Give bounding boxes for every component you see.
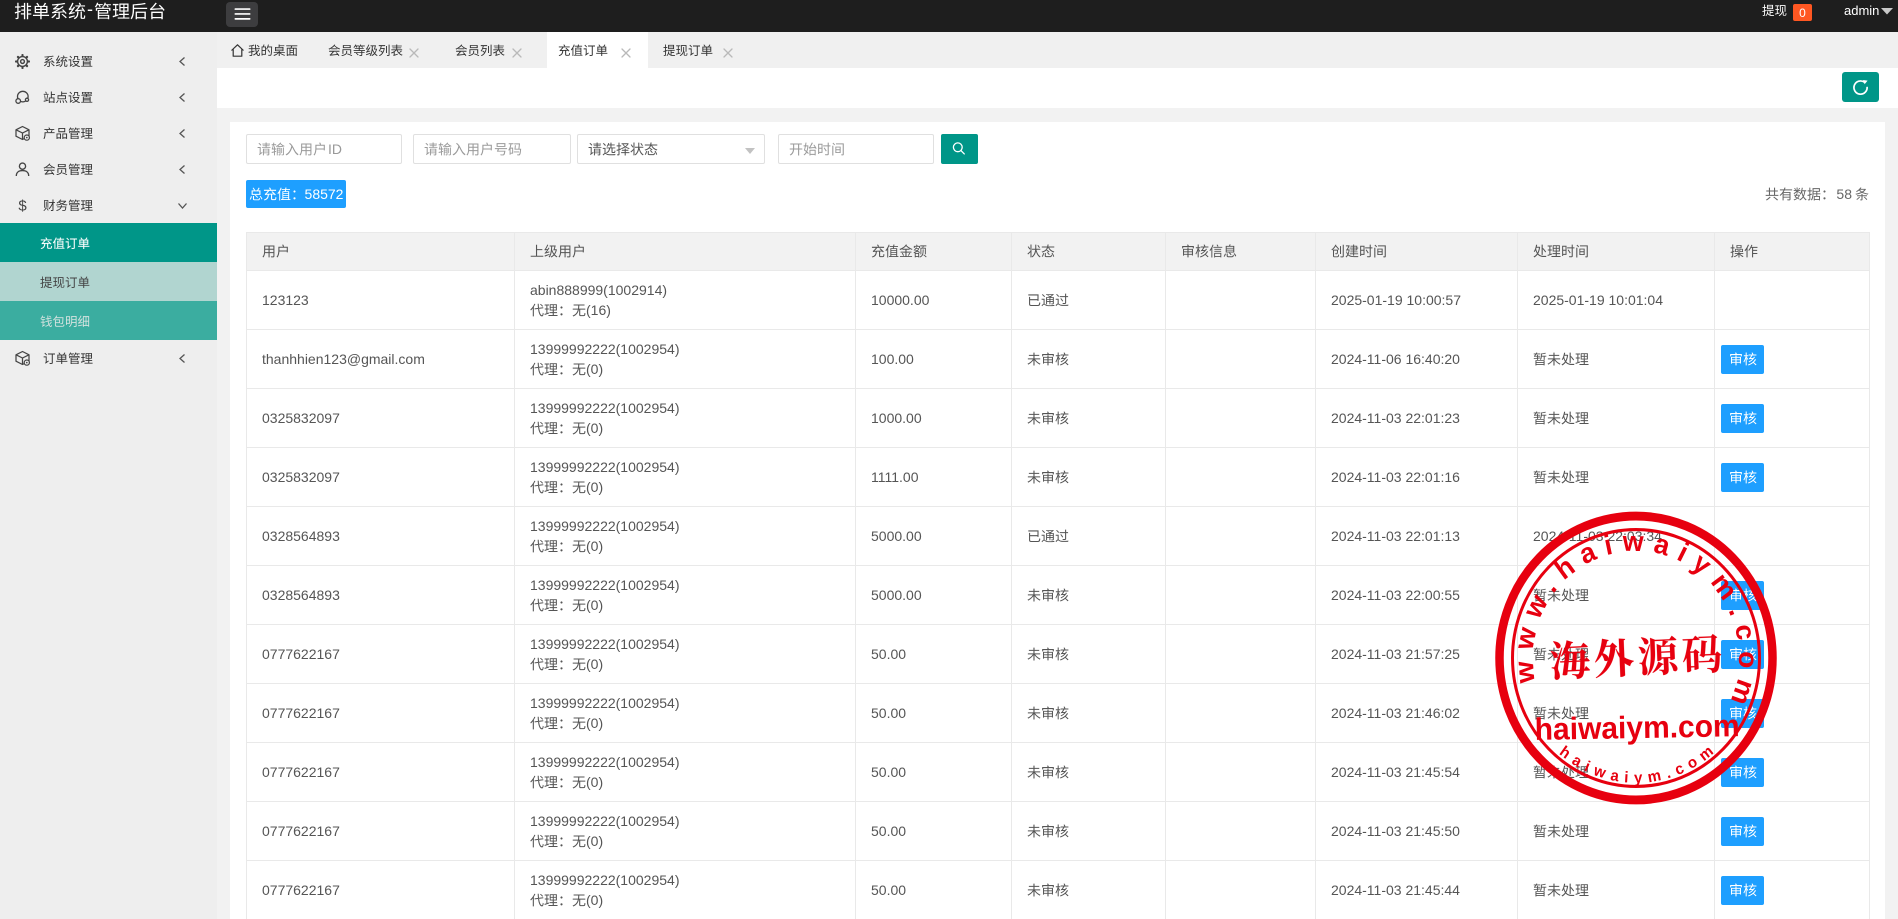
svg-text:haiwaiym.com: haiwaiym.com: [1534, 709, 1740, 747]
svg-text:$: $: [18, 197, 27, 214]
